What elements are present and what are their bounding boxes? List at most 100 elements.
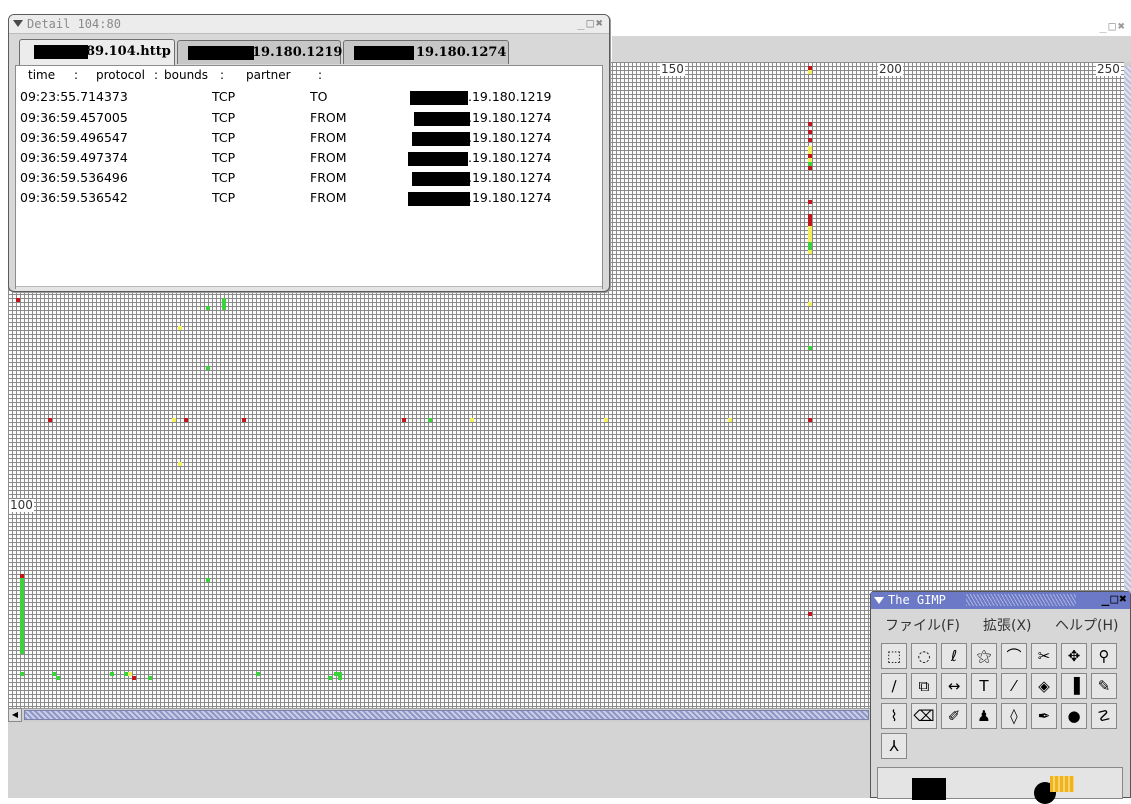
airbrush-icon[interactable]: ✐ (941, 703, 967, 729)
detail-titlebar: Detail 104:80 _□✖ (9, 15, 609, 34)
chevron-down-icon[interactable] (873, 594, 885, 606)
green-cell-mark[interactable] (808, 346, 812, 350)
detail-window-buttons[interactable]: _□✖ (577, 16, 605, 30)
ink-icon[interactable]: ✒ (1031, 703, 1057, 729)
cell-partner: .19.180.1274 (468, 190, 552, 205)
red-cell-mark[interactable] (808, 612, 812, 616)
ellipse-select-icon[interactable]: ◌ (911, 643, 937, 669)
red-cell-mark[interactable] (808, 418, 812, 422)
bucket-fill-icon[interactable]: ◈ (1031, 673, 1057, 699)
green-cell-mark[interactable] (20, 672, 24, 676)
cell-partner: .19.180.1274 (468, 130, 552, 145)
red-cell-mark[interactable] (808, 166, 812, 170)
magic-wand-icon[interactable]: ⚝ (971, 643, 997, 669)
move-icon[interactable]: ✥ (1061, 643, 1087, 669)
green-cell-mark[interactable] (110, 672, 114, 676)
chevron-down-icon[interactable] (12, 17, 24, 29)
gimp-menubar: ファイル(F) 拡張(X) ヘルプ(H) (871, 610, 1130, 636)
eraser-icon[interactable]: ⌫ (911, 703, 937, 729)
foreground-color-swatch[interactable] (912, 778, 946, 800)
cell-protocol: TCP (212, 150, 236, 165)
red-cell-mark[interactable] (184, 418, 188, 422)
red-cell-mark[interactable] (808, 122, 812, 126)
green-cell-mark[interactable] (222, 306, 226, 310)
heal-icon[interactable]: ⅄ (881, 733, 907, 759)
yellow-cell-mark[interactable] (808, 70, 812, 74)
gimp-title: The GIMP (888, 593, 946, 607)
pencil-icon[interactable]: ✎ (1091, 673, 1117, 699)
horizontal-scrollbar-thumb[interactable] (24, 710, 869, 720)
text-icon[interactable]: T (971, 673, 997, 699)
green-cell-mark[interactable] (206, 366, 210, 370)
menu-file[interactable]: ファイル(F) (885, 615, 960, 635)
green-cell-mark[interactable] (206, 578, 210, 582)
yellow-cell-mark[interactable] (178, 326, 182, 330)
yellow-cell-mark[interactable] (178, 462, 182, 466)
cell-protocol: TCP (212, 110, 236, 125)
cell-bounds: TO (310, 89, 328, 104)
dodge-burn-icon[interactable]: ● (1061, 703, 1087, 729)
green-cell-mark[interactable] (428, 418, 432, 422)
color-picker-icon[interactable]: ⁄ (1001, 673, 1027, 699)
red-cell-mark[interactable] (48, 418, 52, 422)
color-swatches[interactable] (877, 767, 1123, 804)
yellow-cell-mark[interactable] (172, 418, 176, 422)
blur-icon[interactable]: ◊ (1001, 703, 1027, 729)
red-cell-mark[interactable] (132, 676, 136, 680)
menu-help[interactable]: ヘルプ(H) (1055, 615, 1118, 635)
lasso-icon[interactable]: ℓ (941, 643, 967, 669)
red-cell-mark[interactable] (808, 200, 812, 204)
tab-19-180-1219[interactable]: 19.180.1219 (177, 40, 342, 64)
flip-icon[interactable]: ↔ (941, 673, 967, 699)
cell-bounds: FROM (310, 130, 347, 145)
yellow-cell-mark[interactable] (470, 418, 474, 422)
green-cell-mark[interactable] (206, 306, 210, 310)
smudge-icon[interactable]: ☡ (1091, 703, 1117, 729)
redaction (414, 112, 470, 126)
scroll-left-arrow-icon[interactable]: ◀ (8, 708, 22, 722)
cell-partner: .19.180.1274 (468, 170, 552, 185)
green-cell-mark[interactable] (56, 676, 60, 680)
cell-bounds: FROM (310, 170, 347, 185)
cell-protocol: TCP (212, 190, 236, 205)
measure-icon[interactable]: ∕ (881, 673, 907, 699)
red-cell-mark[interactable] (402, 418, 406, 422)
redaction (188, 46, 254, 60)
intelligent-scissors-icon[interactable]: ✂ (1031, 643, 1057, 669)
red-cell-mark[interactable] (808, 130, 812, 134)
yellow-cell-mark[interactable] (728, 418, 732, 422)
yellow-cell-mark[interactable] (808, 250, 812, 254)
cell-partner: .19.180.1274 (468, 110, 552, 125)
gimp-window-buttons[interactable]: _□✖ (1102, 592, 1128, 607)
green-cell-mark[interactable] (20, 650, 24, 654)
redaction (412, 172, 470, 186)
zoom-icon[interactable]: ⚲ (1091, 643, 1117, 669)
cell-bounds: FROM (310, 190, 347, 205)
green-cell-mark[interactable] (338, 676, 342, 680)
yellow-cell-mark[interactable] (808, 302, 812, 306)
green-cell-mark[interactable] (256, 672, 260, 676)
rect-select-icon[interactable]: ⬚ (881, 643, 907, 669)
tab-19-180-1274[interactable]: 19.180.1274 (343, 40, 509, 64)
clone-icon[interactable]: ♟ (971, 703, 997, 729)
red-cell-mark[interactable] (242, 418, 246, 422)
gradient-icon[interactable]: ▐ (1061, 673, 1087, 699)
yellow-cell-mark[interactable] (604, 418, 608, 422)
red-cell-mark[interactable] (16, 298, 20, 302)
cell-time: 09:36:59.497374 (20, 150, 128, 165)
table-resize-handle[interactable] (16, 286, 602, 291)
paintbrush-icon[interactable]: ⌇ (881, 703, 907, 729)
grid-window-toolbar (612, 36, 1131, 62)
cell-bounds: FROM (310, 110, 347, 125)
crop-icon[interactable]: ⧉ (911, 673, 937, 699)
green-cell-mark[interactable] (328, 676, 332, 680)
status-panel (8, 722, 871, 798)
tab-89-104-http[interactable]: 89.104.http (19, 39, 175, 65)
grid-window-buttons[interactable]: _□✖ (1099, 19, 1127, 33)
bezier-select-icon[interactable]: ⌒ (1001, 643, 1027, 669)
red-cell-mark[interactable] (808, 138, 812, 142)
pattern-preview[interactable] (1050, 776, 1074, 792)
menu-extensions[interactable]: 拡張(X) (983, 615, 1032, 635)
axis-label-250: 250 (1096, 62, 1121, 76)
green-cell-mark[interactable] (148, 676, 152, 680)
